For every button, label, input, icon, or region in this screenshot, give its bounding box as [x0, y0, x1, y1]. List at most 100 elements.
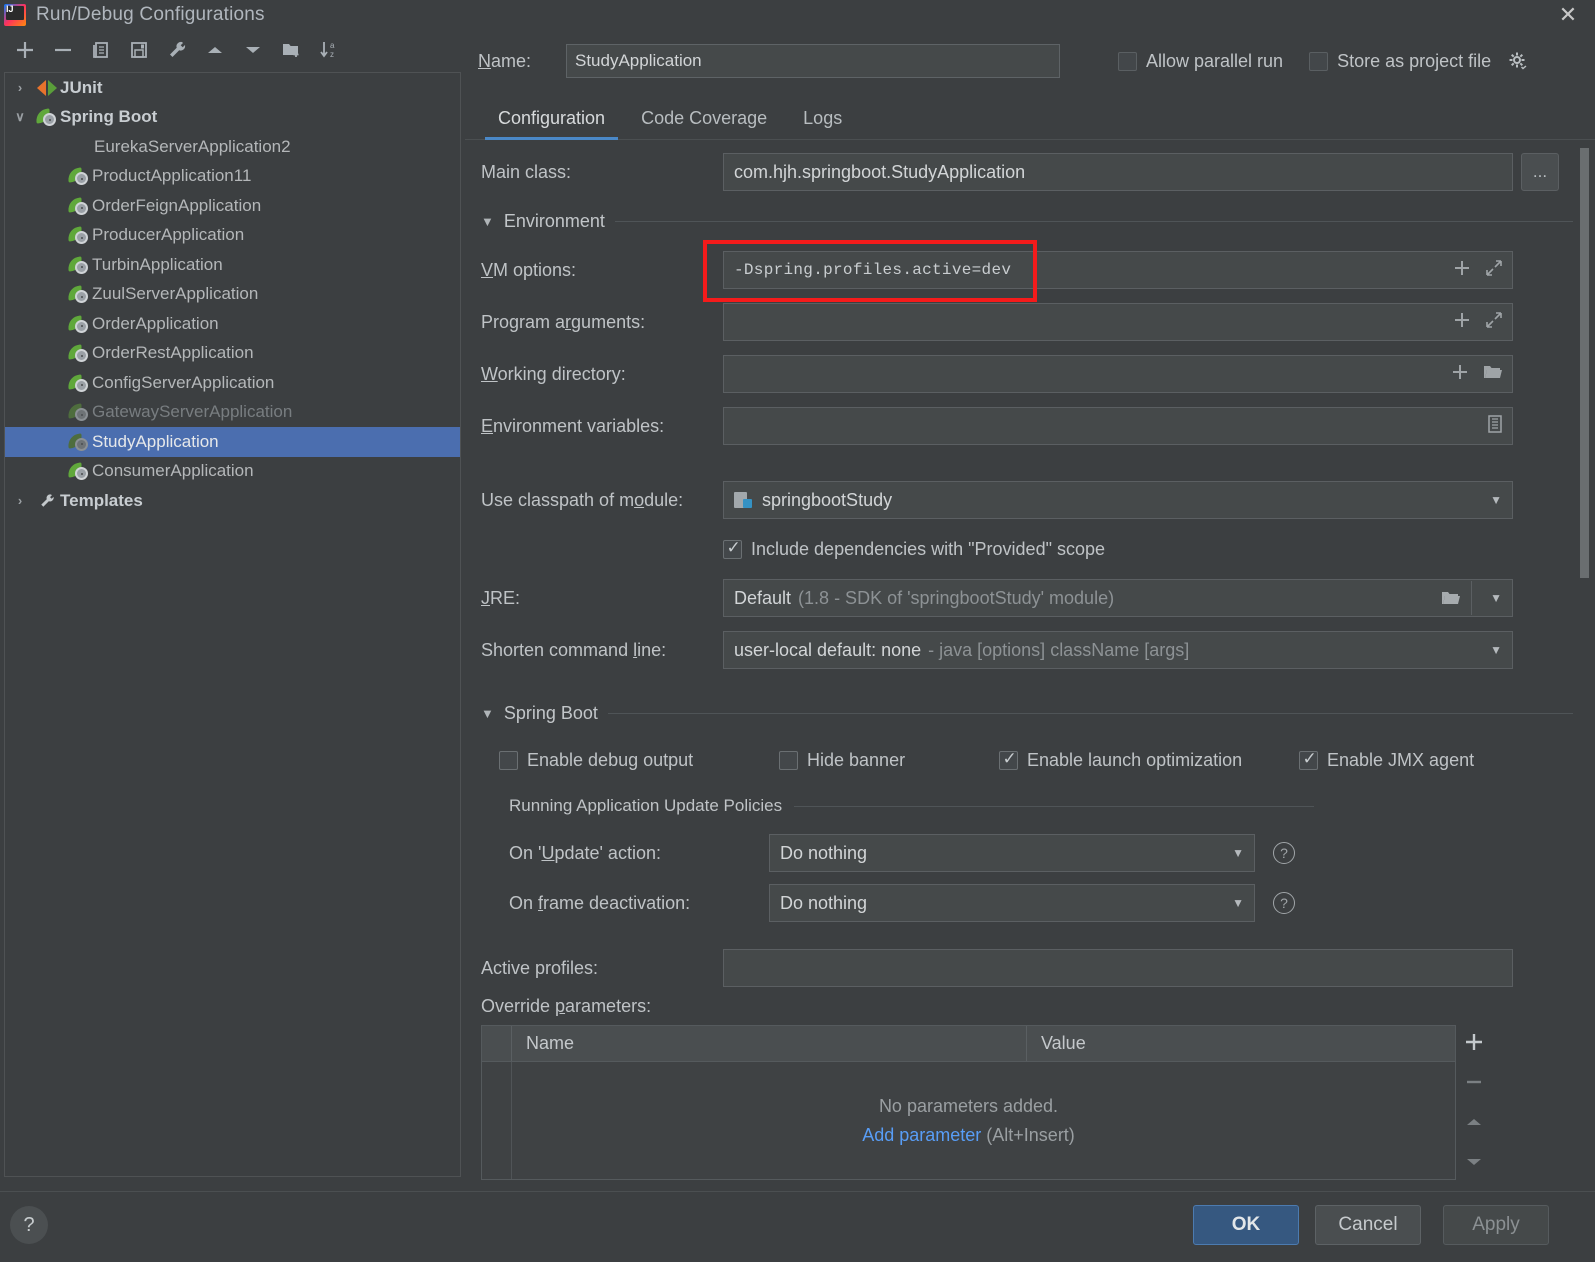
checkbox-box[interactable]	[999, 749, 1018, 770]
chevron-down-icon[interactable]: ▼	[1490, 591, 1502, 605]
checkbox-box[interactable]	[723, 538, 742, 559]
tree-item-order-feign-application[interactable]: OrderFeignApplication	[5, 191, 460, 221]
tree-group-junit[interactable]: › JUnit	[5, 73, 460, 103]
browse-folder-icon[interactable]	[1440, 588, 1462, 608]
tab-code-coverage[interactable]: Code Coverage	[624, 108, 784, 139]
move-up-arrow-icon[interactable]	[198, 34, 232, 66]
cancel-button[interactable]: Cancel	[1315, 1205, 1421, 1245]
tree-item-order-application[interactable]: OrderApplication	[5, 309, 460, 339]
scrollbar-thumb[interactable]	[1580, 148, 1589, 578]
main-class-field[interactable]: com.hjh.springboot.StudyApplication	[723, 153, 1513, 191]
chevron-down-icon[interactable]: ▼	[1232, 846, 1244, 860]
checkbox-box[interactable]	[779, 750, 798, 770]
enable-launch-optimization-checkbox[interactable]: Enable launch optimization	[999, 749, 1299, 771]
enable-jmx-agent-checkbox[interactable]: Enable JMX agent	[1299, 749, 1474, 771]
chevron-down-icon[interactable]: ∨	[5, 109, 35, 125]
gear-dropdown-icon[interactable]	[1508, 51, 1528, 71]
tree-item-config-server-application[interactable]: ConfigServerApplication	[5, 368, 460, 398]
use-classpath-combo[interactable]: springbootStudy ▼	[723, 481, 1513, 519]
insert-macro-plus-icon[interactable]	[1450, 362, 1470, 387]
main-class-value: com.hjh.springboot.StudyApplication	[734, 161, 1026, 182]
remove-configuration-button[interactable]	[46, 34, 80, 66]
table-side-buttons	[1456, 1025, 1491, 1180]
expand-editor-icon[interactable]	[1484, 310, 1504, 335]
tab-logs[interactable]: Logs	[786, 108, 859, 139]
tab-configuration[interactable]: Configuration	[481, 108, 622, 140]
insert-macro-plus-icon[interactable]	[1452, 258, 1472, 283]
main-class-browse-button[interactable]: ...	[1521, 153, 1559, 191]
checkbox-box[interactable]	[499, 750, 518, 770]
chevron-down-icon[interactable]: ▼	[1232, 896, 1244, 910]
tree-item-consumer-application[interactable]: ConsumerApplication	[5, 457, 460, 487]
tree-item-zuul-server-application[interactable]: ZuulServerApplication	[5, 280, 460, 310]
form-scrollbar[interactable]	[1580, 148, 1589, 1188]
checkbox-box[interactable]	[1118, 51, 1137, 71]
on-update-action-combo[interactable]: Do nothing ▼	[769, 834, 1255, 872]
hide-banner-checkbox[interactable]: Hide banner	[779, 750, 999, 771]
configurations-tree[interactable]: › JUnit ∨ Spring Boot EurekaServerApplic…	[4, 72, 461, 1177]
sort-az-icon[interactable]: a z	[312, 34, 346, 66]
on-update-action-row: On 'Update' action: Do nothing ▼ ?	[509, 828, 1595, 878]
chevron-right-icon[interactable]: ›	[5, 80, 35, 95]
program-arguments-field[interactable]	[723, 303, 1513, 341]
tree-item-gateway-server-application[interactable]: GatewayServerApplication	[5, 398, 460, 428]
help-icon[interactable]: ?	[1273, 842, 1295, 864]
move-down-arrow-icon[interactable]	[236, 34, 270, 66]
column-header-value[interactable]: Value	[1027, 1026, 1455, 1061]
save-configuration-button[interactable]	[122, 34, 156, 66]
apply-button[interactable]: Apply	[1443, 1205, 1549, 1245]
close-icon[interactable]: ✕	[1555, 2, 1581, 28]
caret-down-icon[interactable]: ▼	[481, 706, 494, 721]
help-button[interactable]: ?	[10, 1206, 48, 1244]
add-parameter-plus-icon[interactable]	[1463, 1029, 1485, 1055]
tree-group-spring-boot[interactable]: ∨ Spring Boot	[5, 103, 460, 133]
new-folder-icon[interactable]	[274, 34, 308, 66]
tree-item-turbin-application[interactable]: TurbinApplication	[5, 250, 460, 280]
on-frame-deactivation-combo[interactable]: Do nothing ▼	[769, 884, 1255, 922]
working-directory-row: Working directory:	[481, 348, 1595, 400]
working-directory-field[interactable]	[723, 355, 1513, 393]
override-parameters-table[interactable]: Name Value No parameters added. Add para…	[481, 1025, 1456, 1180]
add-configuration-button[interactable]	[8, 34, 42, 66]
active-profiles-field[interactable]	[723, 949, 1513, 987]
store-as-project-file-checkbox[interactable]: Store as project file	[1309, 51, 1528, 72]
allow-parallel-run-checkbox[interactable]: Allow parallel run	[1118, 51, 1283, 72]
edit-templates-wrench-icon[interactable]	[160, 34, 194, 66]
spring-boot-icon	[67, 167, 91, 186]
move-parameter-down-arrow-icon[interactable]	[1463, 1149, 1485, 1175]
jre-combo[interactable]: Default (1.8 - SDK of 'springbootStudy' …	[723, 579, 1513, 617]
vm-options-field[interactable]: -Dspring.profiles.active=dev	[723, 251, 1513, 289]
remove-parameter-minus-icon[interactable]	[1463, 1069, 1485, 1095]
copy-configuration-button[interactable]	[84, 34, 118, 66]
column-header-name[interactable]: Name	[512, 1026, 1027, 1061]
caret-down-icon[interactable]: ▼	[481, 214, 494, 229]
expand-editor-icon[interactable]	[1484, 258, 1504, 283]
tree-item-order-rest-application[interactable]: OrderRestApplication	[5, 339, 460, 369]
tree-item-study-application[interactable]: StudyApplication	[5, 427, 460, 457]
spring-boot-section-header[interactable]: ▼ Spring Boot	[481, 690, 1595, 736]
environment-section-header[interactable]: ▼ Environment	[481, 198, 1595, 244]
ok-button[interactable]: OK	[1193, 1205, 1299, 1245]
edit-env-vars-icon[interactable]	[1486, 414, 1504, 439]
environment-variables-field[interactable]	[723, 407, 1513, 445]
include-provided-checkbox[interactable]: Include dependencies with "Provided" sco…	[723, 538, 1105, 560]
name-input[interactable]	[566, 44, 1060, 78]
checkbox-box[interactable]	[1299, 749, 1318, 770]
tree-item-eureka-server-application-2[interactable]: EurekaServerApplication2	[5, 132, 460, 162]
move-parameter-up-arrow-icon[interactable]	[1463, 1109, 1485, 1135]
chevron-right-icon[interactable]: ›	[5, 493, 35, 508]
insert-macro-plus-icon[interactable]	[1452, 310, 1472, 335]
add-parameter-link[interactable]: Add parameter (Alt+Insert)	[862, 1125, 1075, 1146]
browse-folder-icon[interactable]	[1482, 362, 1504, 387]
enable-debug-output-checkbox[interactable]: Enable debug output	[499, 750, 779, 771]
program-arguments-label: Program arguments:	[481, 311, 646, 332]
checkbox-box[interactable]	[1309, 51, 1329, 71]
chevron-down-icon[interactable]: ▼	[1490, 493, 1502, 507]
shorten-command-line-combo[interactable]: user-local default: none - java [options…	[723, 631, 1513, 669]
tree-item-producer-application[interactable]: ProducerApplication	[5, 221, 460, 251]
tree-group-templates[interactable]: › Templates	[5, 486, 460, 516]
chevron-down-icon[interactable]: ▼	[1490, 643, 1502, 657]
table-header-row: Name Value	[482, 1026, 1455, 1062]
tree-item-product-application-11[interactable]: ProductApplication11	[5, 162, 460, 192]
help-icon[interactable]: ?	[1273, 892, 1295, 914]
